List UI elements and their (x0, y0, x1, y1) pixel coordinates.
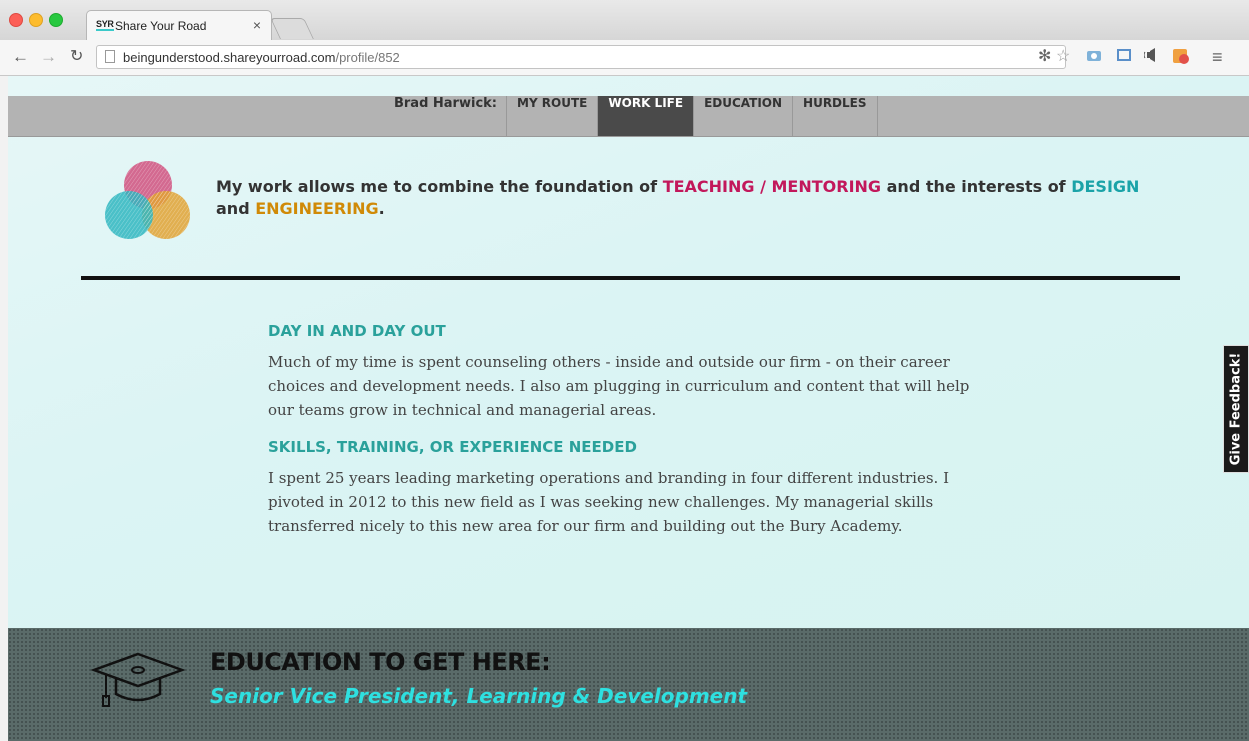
intro-text-part: . (378, 199, 385, 218)
graduation-cap-icon (90, 652, 186, 707)
address-bar[interactable]: beingunderstood.shareyourroad.com/profil… (96, 45, 1066, 69)
page-icon (105, 50, 115, 63)
section-day-in-day-out: DAY IN AND DAY OUT Much of my time is sp… (268, 322, 998, 422)
education-title: EDUCATION TO GET HERE: (210, 648, 551, 676)
menu-icon[interactable]: ≡ (1212, 48, 1223, 66)
work-intro-text: My work allows me to combine the foundat… (216, 176, 1146, 220)
nav-tab-my-route[interactable]: MY ROUTE (507, 96, 599, 136)
screen-capture-icon[interactable] (1116, 48, 1132, 67)
reload-icon[interactable]: ↻ (70, 47, 83, 67)
profile-nav-bar: Brad Harwick: MY ROUTE WORK LIFE EDUCATI… (8, 96, 1249, 137)
section-heading: SKILLS, TRAINING, OR EXPERIENCE NEEDED (268, 438, 637, 456)
camera-icon[interactable] (1086, 48, 1102, 67)
profile-name: Brad Harwick: (393, 96, 497, 111)
browser-toolbar: ← → ↻ beingunderstood.shareyourroad.com/… (0, 40, 1249, 76)
url-domain: beingunderstood.shareyourroad.com (123, 50, 336, 65)
browser-tab[interactable]: SYR Share Your Road × (86, 10, 272, 40)
give-feedback-button[interactable]: Give Feedback! (1223, 345, 1249, 473)
browser-title-bar: SYR Share Your Road × (0, 0, 1249, 40)
nav-tab-hurdles[interactable]: HURDLES (793, 96, 878, 136)
tab-favicon: SYR (96, 19, 114, 31)
star-icon[interactable]: ☆ (1056, 48, 1070, 66)
nav-tab-work-life[interactable]: WORK LIFE (598, 96, 695, 136)
addon-icon[interactable] (1172, 48, 1190, 69)
audio-icon[interactable] (1143, 48, 1162, 67)
highlight-design: DESIGN (1071, 177, 1140, 196)
web-page: Brad Harwick: MY ROUTE WORK LIFE EDUCATI… (8, 76, 1249, 741)
section-body: I spent 25 years leading marketing opera… (268, 469, 949, 535)
intro-text-part: and (216, 199, 256, 218)
nav-tab-education[interactable]: EDUCATION (694, 96, 794, 136)
venn-diagram-icon (105, 161, 190, 239)
education-banner: EDUCATION TO GET HERE: Senior Vice Presi… (8, 628, 1249, 741)
back-arrow-icon[interactable]: ← (12, 47, 29, 67)
forward-arrow-icon[interactable]: → (40, 47, 57, 67)
profile-nav-items: MY ROUTE WORK LIFE EDUCATION HURDLES (506, 96, 878, 136)
close-window-button[interactable] (9, 13, 23, 27)
url-text[interactable]: beingunderstood.shareyourroad.com/profil… (123, 50, 400, 65)
minimize-window-button[interactable] (29, 13, 43, 27)
highlight-teaching-mentoring: TEACHING / MENTORING (662, 177, 882, 196)
education-subtitle: Senior Vice President, Learning & Develo… (210, 684, 748, 708)
tab-close-icon[interactable]: × (253, 17, 261, 33)
section-heading: DAY IN AND DAY OUT (268, 322, 446, 340)
feedback-label: Give Feedback! (1228, 352, 1244, 466)
section-body: Much of my time is spent counseling othe… (268, 353, 970, 419)
url-path: /profile/852 (335, 50, 400, 65)
highlight-engineering: ENGINEERING (255, 199, 379, 218)
section-divider (81, 276, 1180, 280)
section-skills-training: SKILLS, TRAINING, OR EXPERIENCE NEEDED I… (268, 438, 998, 538)
new-tab-button[interactable] (270, 18, 314, 39)
intro-text-part: and the interests of (881, 177, 1072, 196)
tab-title: Share Your Road (115, 19, 207, 33)
zoom-window-button[interactable] (49, 13, 63, 27)
extension-icon[interactable]: ✻ (1038, 48, 1051, 66)
intro-text-part: My work allows me to combine the foundat… (216, 177, 663, 196)
